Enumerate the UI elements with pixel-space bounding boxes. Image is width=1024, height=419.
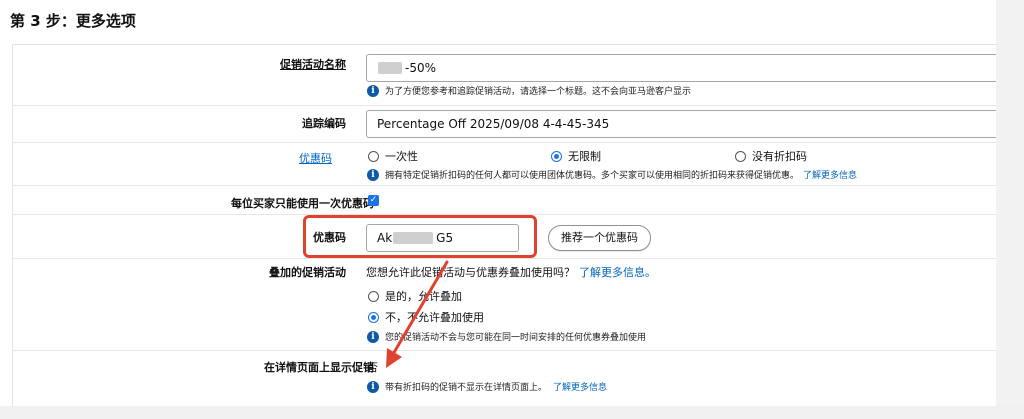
radio-label: 是的，允许叠加	[385, 290, 462, 303]
radio-no-code[interactable]: 没有折扣码	[735, 148, 807, 164]
learn-more-link[interactable]: 了解更多信息	[803, 168, 857, 181]
step-title: 第 3 步：更多选项	[10, 12, 136, 30]
radio-unlimited[interactable]: 无限制	[551, 148, 601, 164]
radio-allow-stacking[interactable]: 是的，允许叠加	[368, 288, 462, 304]
info-icon: i	[367, 168, 379, 181]
radio-label: 一次性	[385, 150, 418, 163]
bottom-edge-bar	[0, 406, 1024, 419]
stacking-help-text: 您的促销活动不会与您可能在同一时间安排的任何优惠券叠加使用	[385, 333, 647, 343]
once-per-buyer-label: 每位买家只能使用一次优惠码	[231, 197, 374, 210]
row-divider	[13, 350, 996, 351]
detail-display-value: 否	[367, 361, 378, 374]
radio-disallow-stacking[interactable]: 不，不允许叠加使用	[368, 309, 484, 325]
detail-display-label: 在详情页面上显示促销	[264, 361, 374, 374]
detail-display-help-text: 带有折扣码的促销不显示在详情页面上。	[385, 383, 548, 393]
redacted-text	[378, 62, 402, 74]
right-edge-panel	[996, 0, 1024, 419]
stacking-question: 您想允许此促销活动与优惠券叠加使用吗？ 了解更多信息。	[366, 264, 656, 280]
row-divider	[13, 185, 996, 186]
info-icon: i	[367, 84, 379, 97]
row-divider	[13, 105, 996, 106]
promotion-name-label: 促销活动名称	[280, 58, 346, 71]
radio-button[interactable]	[368, 150, 379, 162]
learn-more-link[interactable]: 了解更多信息	[553, 380, 607, 393]
promotion-name-help: i 为了方便您参考和追踪促销活动，请选择一个标题。这不会向亚马逊客户显示	[367, 84, 691, 97]
radio-label: 没有折扣码	[752, 150, 807, 163]
tracking-code-label: 追踪编码	[302, 117, 346, 130]
learn-more-link[interactable]: 了解更多信息。	[579, 266, 656, 279]
detail-display-help: i 带有折扣码的促销不显示在详情页面上。 了解更多信息	[367, 380, 607, 393]
radio-label: 无限制	[568, 150, 601, 163]
radio-label: 不，不允许叠加使用	[385, 311, 484, 324]
annotation-highlight-box	[303, 215, 537, 258]
info-icon: i	[367, 330, 379, 343]
promotion-name-help-text: 为了方便您参考和追踪促销活动，请选择一个标题。这不会向亚马逊客户显示	[385, 87, 692, 97]
radio-button-selected[interactable]	[551, 150, 562, 162]
radio-button[interactable]	[735, 150, 746, 162]
tracking-code-input[interactable]: Percentage Off 2025/09/08 4-4-45-345	[366, 110, 996, 138]
coupon-type-label[interactable]: 优惠码	[299, 150, 332, 166]
radio-button[interactable]	[368, 290, 379, 302]
once-per-buyer-checkbox[interactable]: ✓	[368, 195, 379, 206]
row-divider	[13, 142, 996, 143]
stacking-label: 叠加的促销活动	[269, 266, 346, 279]
promotion-name-input[interactable]: -50%	[366, 54, 996, 82]
info-icon: i	[367, 380, 379, 393]
row-divider	[13, 258, 996, 259]
suggest-code-button[interactable]: 推荐一个优惠码	[548, 225, 651, 251]
coupon-type-help-text: 拥有特定促销折扣码的任何人都可以使用团体优惠码。多个买家可以使用相同的折扣码来获…	[385, 171, 800, 181]
radio-one-time[interactable]: 一次性	[368, 148, 418, 164]
stacking-help: i 您的促销活动不会与您可能在同一时间安排的任何优惠券叠加使用	[367, 330, 646, 343]
coupon-type-help: i 拥有特定促销折扣码的任何人都可以使用团体优惠码。多个买家可以使用相同的折扣码…	[367, 168, 857, 181]
radio-button-selected[interactable]	[368, 311, 379, 323]
stacking-question-text: 您想允许此促销活动与优惠券叠加使用吗？	[366, 266, 575, 279]
promotion-name-value: -50%	[405, 61, 437, 75]
